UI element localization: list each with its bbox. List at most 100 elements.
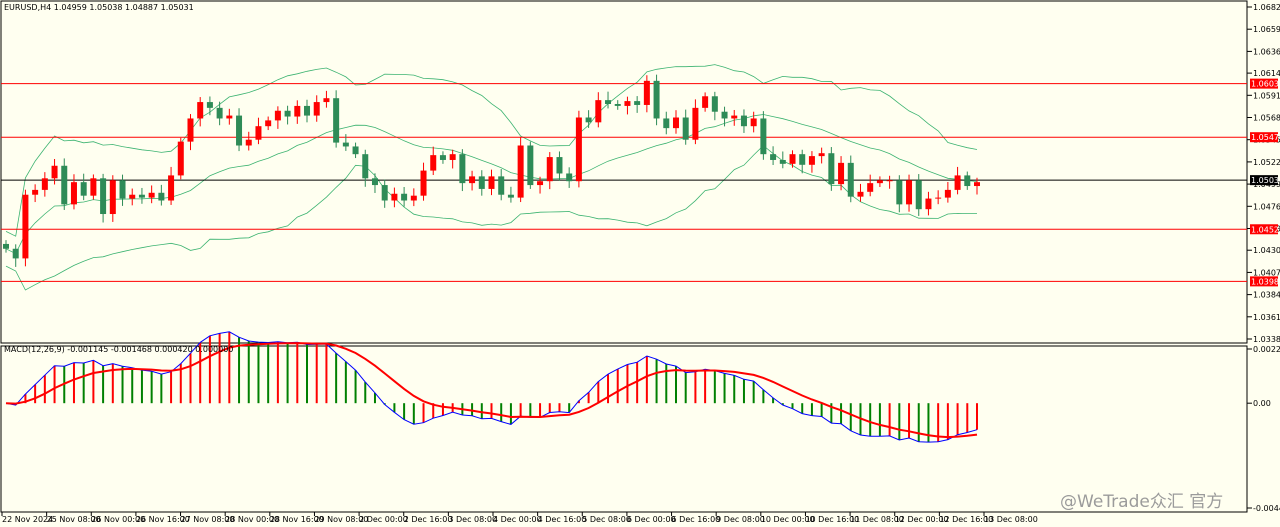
candle-body[interactable] [566,173,573,182]
candle-body[interactable] [624,101,631,106]
candle-body[interactable] [906,180,913,205]
candle-body[interactable] [779,159,786,164]
candle-body[interactable] [294,105,301,117]
candle-body[interactable] [634,101,641,105]
candle-body[interactable] [770,154,777,160]
candle-body[interactable] [100,178,107,215]
candle-body[interactable] [653,80,660,119]
candle-body[interactable] [935,197,942,199]
candle-body[interactable] [838,162,845,185]
candle-body[interactable] [915,180,922,210]
candle-body[interactable] [537,181,544,186]
candle-body[interactable] [323,98,330,103]
candle-body[interactable] [614,103,621,106]
candle-body[interactable] [789,154,796,164]
candle-body[interactable] [177,141,184,176]
candle-body[interactable] [313,102,320,116]
candle-body[interactable] [401,193,408,201]
candle-body[interactable] [410,195,417,201]
candle-body[interactable] [148,192,155,198]
candle-body[interactable] [799,154,806,165]
candle-body[interactable] [236,115,243,146]
candle-body[interactable] [944,189,951,198]
candle-body[interactable] [478,176,485,189]
candle-body[interactable] [896,180,903,205]
candle-body[interactable] [974,182,980,187]
candle-body[interactable] [168,175,175,201]
candle-body[interactable] [663,118,670,129]
candle-body[interactable] [498,176,505,195]
candle-body[interactable] [22,194,29,259]
candle-body[interactable] [721,111,728,119]
candle-body[interactable] [129,194,136,199]
candle-body[interactable] [3,243,9,249]
candle-body[interactable] [119,180,126,199]
candle-body[interactable] [226,115,233,119]
candle-body[interactable] [371,178,378,186]
candle-body[interactable] [90,178,97,196]
candle-body[interactable] [682,117,689,140]
candle-body[interactable] [595,100,602,123]
candle-body[interactable] [605,100,612,104]
candle-body[interactable] [70,182,77,205]
candle-body[interactable] [507,194,514,198]
candle-body[interactable] [265,120,272,127]
candle-body[interactable] [274,110,281,121]
candle-body[interactable] [206,102,213,108]
candle-body[interactable] [449,154,456,160]
candle-body[interactable] [362,154,369,179]
candle-body[interactable] [575,117,582,182]
candle-body[interactable] [876,180,883,184]
candle-body[interactable] [439,155,446,160]
candle-body[interactable] [857,191,864,197]
candle-body[interactable] [740,115,747,127]
candle-body[interactable] [352,146,359,155]
candle-body[interactable] [750,118,757,127]
candle-body[interactable] [459,154,466,184]
candle-body[interactable] [158,192,165,201]
candle-body[interactable] [711,96,718,112]
candle-body[interactable] [245,139,252,146]
candle-body[interactable] [702,96,709,108]
candle-body[interactable] [925,198,932,210]
candle-body[interactable] [41,178,48,190]
candle-body[interactable] [867,183,874,192]
candle-body[interactable] [342,142,349,147]
candle-body[interactable] [12,248,19,259]
candle-body[interactable] [731,115,738,119]
candle-body[interactable] [304,105,311,116]
candle-body[interactable] [585,117,592,123]
candle-body[interactable] [109,180,116,215]
candle-body[interactable] [692,107,699,140]
candle-body[interactable] [80,182,87,196]
candle-body[interactable] [255,126,262,140]
candle-body[interactable] [828,153,835,185]
candle-body[interactable] [284,110,291,117]
candle-body[interactable] [954,175,961,190]
candle-body[interactable] [808,156,815,165]
candle-body[interactable] [187,118,194,142]
candle-body[interactable] [430,155,437,171]
candle-body[interactable] [138,194,145,198]
candle-body[interactable] [527,145,534,186]
candle-body[interactable] [964,175,971,187]
candle-body[interactable] [333,98,340,143]
candle-body[interactable] [61,165,68,205]
candle-body[interactable] [546,157,553,182]
candle-body[interactable] [216,107,223,119]
candle-body[interactable] [381,185,388,201]
candle-body[interactable] [643,80,650,105]
candle-body[interactable] [556,157,563,174]
candle-body[interactable] [517,145,524,198]
candle-body[interactable] [760,118,767,155]
candle-body[interactable] [818,153,825,157]
candle-body[interactable] [51,165,58,179]
candle-body[interactable] [469,176,476,184]
candle-body[interactable] [488,176,495,189]
candle-body[interactable] [672,117,679,129]
candle-body[interactable] [197,102,204,119]
candle-body[interactable] [847,162,854,197]
candle-body[interactable] [886,180,893,182]
candle-body[interactable] [391,193,398,201]
candle-body[interactable] [32,189,39,195]
